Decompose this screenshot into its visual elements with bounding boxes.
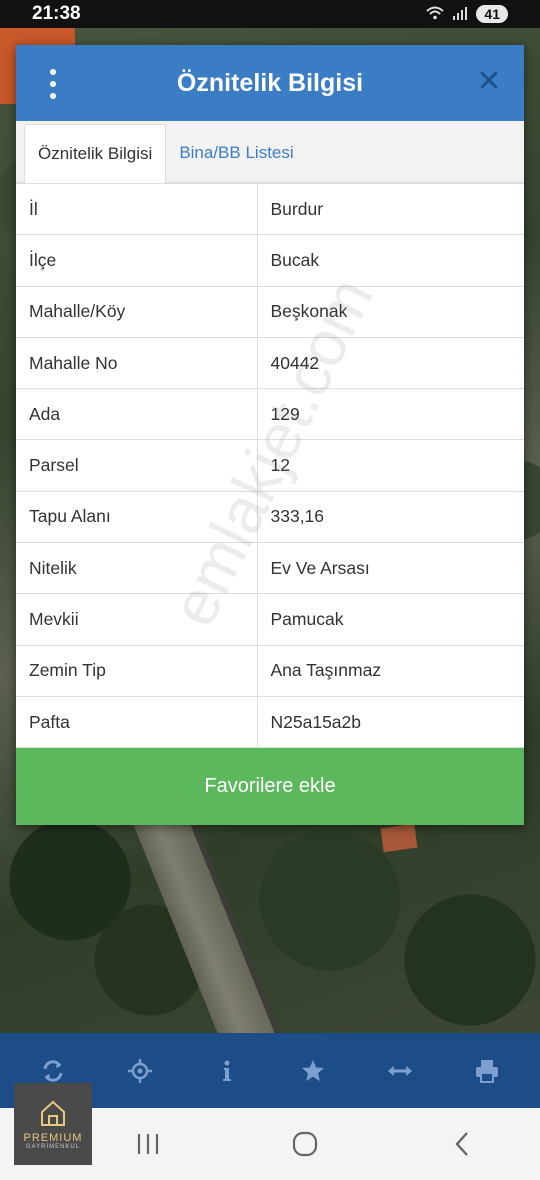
- row-label: Nitelik: [16, 542, 258, 595]
- locate-icon[interactable]: [118, 1049, 162, 1093]
- measure-icon[interactable]: [378, 1049, 422, 1093]
- info-icon[interactable]: [205, 1049, 249, 1093]
- row-value: 40442: [256, 336, 524, 390]
- tab-attribute-info[interactable]: Öznitelik Bilgisi: [24, 124, 167, 183]
- more-vertical-icon[interactable]: [46, 69, 60, 99]
- row-label: Mahalle No: [16, 336, 258, 390]
- tab-bar: Öznitelik Bilgisi Bina/BB Listesi: [16, 121, 524, 183]
- row-value: 12: [256, 439, 524, 492]
- table-row: Mahalle/Köy Beşkonak: [16, 285, 524, 338]
- row-value: N25a15a2b: [256, 695, 524, 749]
- row-value: Beşkonak: [256, 285, 524, 338]
- table-row: Mahalle No 40442: [16, 336, 524, 390]
- row-value: Bucak: [256, 234, 524, 287]
- row-value: Ev Ve Arsası: [256, 542, 524, 595]
- print-icon[interactable]: [465, 1049, 509, 1093]
- table-row: Tapu Alanı 333,16: [16, 490, 524, 544]
- row-value: 129: [256, 388, 524, 441]
- star-icon[interactable]: [291, 1049, 335, 1093]
- attribute-table: İl Burdur İlçe Bucak Mahalle/Köy Beşkonak M…: [16, 182, 524, 749]
- home-icon[interactable]: [275, 1114, 335, 1174]
- table-row: Parsel 12: [16, 439, 524, 492]
- table-row: İlçe Bucak: [16, 234, 524, 287]
- row-value: Pamucak: [256, 593, 524, 646]
- row-label: Mevkii: [16, 593, 258, 646]
- dialog-title: Öznitelik Bilgisi: [176, 68, 364, 97]
- table-row: Ada 129: [16, 388, 524, 441]
- row-label: Ada: [16, 388, 258, 441]
- map-road: [131, 820, 289, 1060]
- battery-indicator: 41: [476, 5, 508, 23]
- table-row: Nitelik Ev Ve Arsası: [16, 542, 524, 595]
- row-value: Ana Taşınmaz: [256, 644, 524, 697]
- table-row: Mevkii Pamucak: [16, 593, 524, 646]
- row-label: Zemin Tip: [16, 644, 258, 697]
- status-bar: 21:38 41: [0, 0, 540, 28]
- row-label: Mahalle/Köy: [16, 285, 258, 338]
- row-value: 333,16: [256, 490, 524, 544]
- signal-icon: [452, 6, 468, 23]
- map-building: [380, 823, 418, 853]
- tab-building-list[interactable]: Bina/BB Listesi: [166, 124, 306, 182]
- row-label: Tapu Alanı: [16, 490, 258, 544]
- house-icon: [41, 1100, 65, 1126]
- status-icons: 41: [426, 5, 508, 23]
- row-label: İlçe: [16, 234, 258, 287]
- table-row: Pafta N25a15a2b: [16, 695, 524, 749]
- row-label: Parsel: [16, 439, 258, 492]
- row-value: Burdur: [256, 182, 524, 236]
- add-to-favorites-button[interactable]: Favorilere ekle: [16, 748, 524, 825]
- back-icon[interactable]: [432, 1114, 492, 1174]
- table-row: Zemin Tip Ana Taşınmaz: [16, 644, 524, 697]
- attribute-dialog: Öznitelik Bilgisi ✕ Öznitelik Bilgisi Bi…: [16, 45, 524, 825]
- row-label: Pafta: [16, 695, 258, 749]
- dialog-header: Öznitelik Bilgisi ✕: [16, 45, 524, 121]
- premium-logo: PREMIUM GAYRİMENKUL: [14, 1083, 92, 1165]
- table-row: İl Burdur: [16, 182, 524, 236]
- status-time: 21:38: [32, 3, 81, 24]
- logo-text: PREMIUM: [23, 1132, 83, 1144]
- logo-subtext: GAYRİMENKUL: [25, 1144, 81, 1150]
- wifi-icon: [426, 6, 445, 23]
- row-label: İl: [16, 182, 258, 236]
- recent-apps-icon[interactable]: [118, 1114, 178, 1174]
- close-icon[interactable]: ✕: [474, 67, 504, 97]
